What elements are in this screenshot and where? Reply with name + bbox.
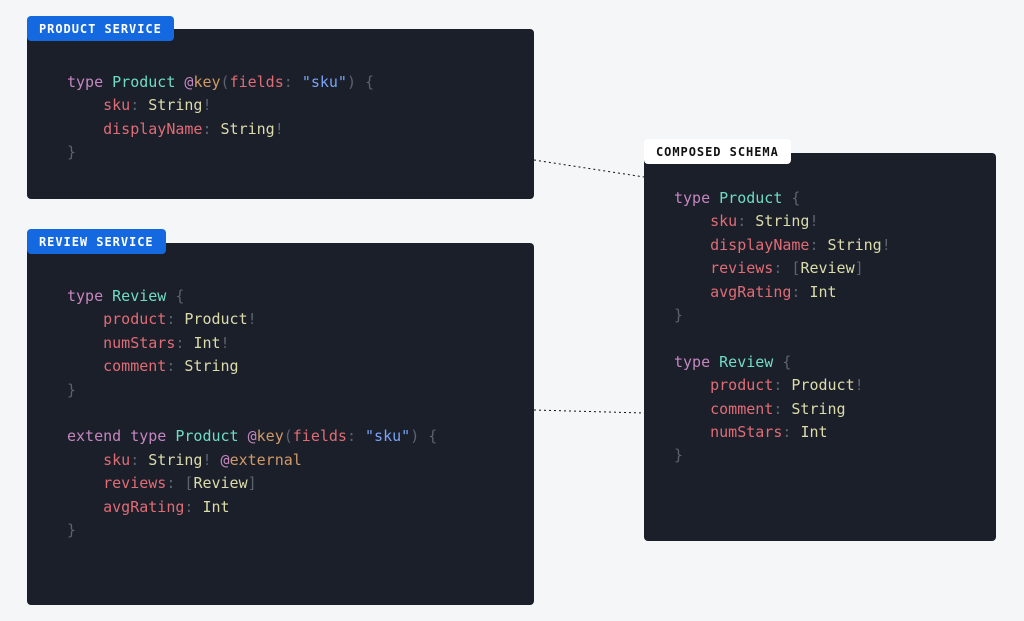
type-ref: String	[221, 120, 275, 138]
param-name: fields	[230, 73, 284, 91]
composed-schema-code: type Product { sku: String! displayName:…	[644, 153, 996, 492]
type-ref: String	[148, 96, 202, 114]
product-service-badge: PRODUCT SERVICE	[27, 16, 174, 41]
review-service-badge: REVIEW SERVICE	[27, 229, 166, 254]
composed-schema-card: type Product { sku: String! displayName:…	[644, 153, 996, 541]
composed-schema-badge: COMPOSED SCHEMA	[644, 139, 791, 164]
diagram-stage: type Product @key(fields: "sku") { sku: …	[0, 0, 1024, 621]
review-service-code: type Review { product: Product! numStars…	[27, 243, 534, 568]
type-name: Product	[112, 73, 175, 91]
product-service-code: type Product @key(fields: "sku") { sku: …	[27, 29, 534, 191]
field-name: sku	[103, 96, 130, 114]
directive-name: key	[193, 73, 220, 91]
review-service-card: type Review { product: Product! numStars…	[27, 243, 534, 605]
field-name: displayName	[103, 120, 202, 138]
string-literal: "sku"	[302, 73, 347, 91]
keyword-type: type	[67, 73, 103, 91]
product-service-card: type Product @key(fields: "sku") { sku: …	[27, 29, 534, 199]
